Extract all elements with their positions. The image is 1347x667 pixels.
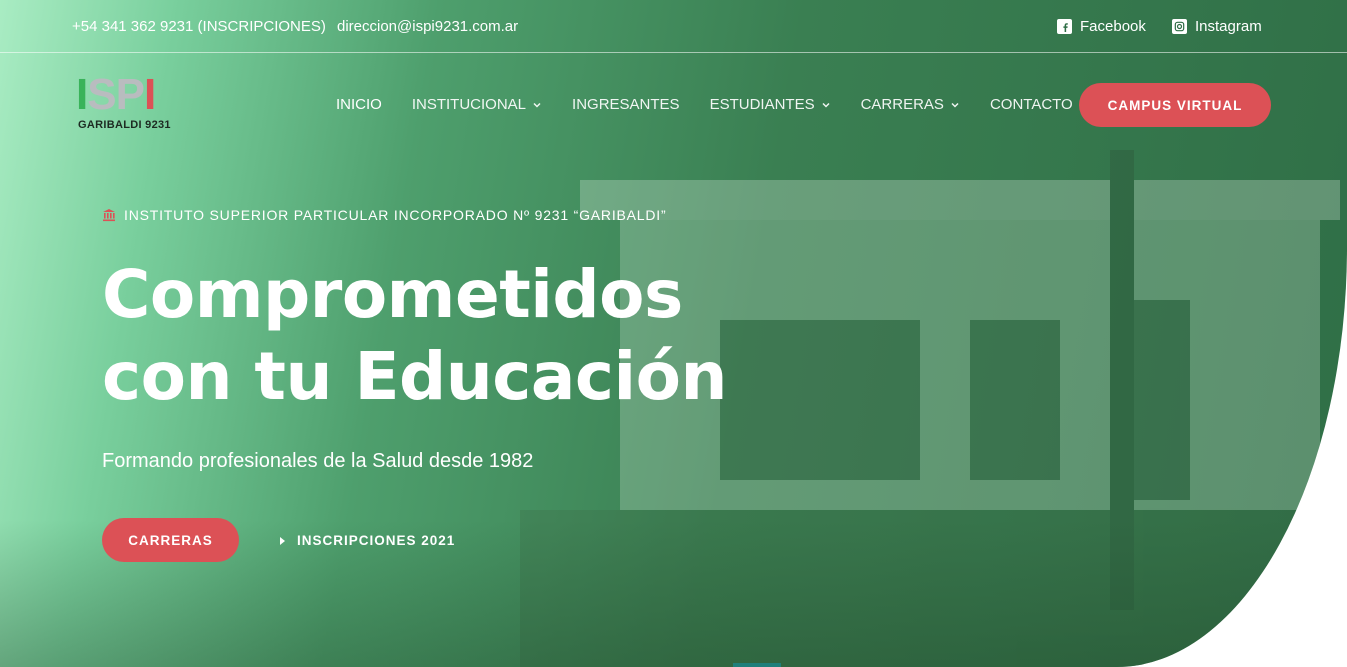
hero-eyebrow-text: INSTITUTO SUPERIOR PARTICULAR INCORPORAD… — [124, 207, 667, 223]
phone-link[interactable]: +54 341 362 9231 (INSCRIPCIONES) — [72, 18, 326, 35]
hero-headline-line-2: con tu Educación — [102, 338, 728, 415]
facebook-icon — [1057, 19, 1072, 34]
nav-item-carreras[interactable]: CARRERAS — [861, 96, 960, 113]
nav-item-ingresantes[interactable]: INGRESANTES — [572, 96, 680, 113]
hero-headline-line-1: Comprometidos — [102, 256, 683, 333]
logo-letter-i-2: I — [143, 70, 156, 119]
scroll-indicator — [733, 663, 781, 667]
nav-label: INSTITUCIONAL — [411, 96, 527, 113]
institution-icon — [103, 209, 115, 222]
top-contact-bar: +54 341 362 9231 (INSCRIPCIONES) direcci… — [0, 0, 1347, 53]
instagram-icon — [1172, 19, 1187, 34]
email-link[interactable]: direccion@ispi9231.com.ar — [337, 18, 518, 35]
play-arrow-icon — [280, 536, 285, 545]
instagram-link[interactable]: Instagram — [1172, 18, 1262, 35]
nav-item-inicio[interactable]: INICIO — [336, 96, 382, 113]
logo-letter-i: I — [76, 70, 88, 119]
hero-headline: Comprometidos con tu Educación — [102, 254, 728, 418]
logo-subtitle: GARIBALDI 9231 — [78, 119, 171, 131]
nav-item-institucional[interactable]: INSTITUCIONAL — [412, 96, 542, 113]
hero-eyebrow: INSTITUTO SUPERIOR PARTICULAR INCORPORAD… — [102, 207, 666, 223]
nav-label: INGRESANTES — [572, 96, 680, 113]
facebook-link[interactable]: Facebook — [1057, 18, 1146, 35]
nav-item-contacto[interactable]: CONTACTO — [990, 96, 1073, 113]
site-logo[interactable]: I S P I GARIBALDI 9231 — [76, 70, 180, 134]
chevron-down-icon — [822, 102, 830, 108]
logo-letter-s: S — [87, 70, 116, 119]
carreras-button[interactable]: CARRERAS — [102, 518, 239, 562]
main-nav: INICIO INSTITUCIONAL INGRESANTES ESTUDIA… — [336, 96, 1103, 113]
nav-label: ESTUDIANTES — [709, 96, 815, 113]
nav-label: CONTACTO — [989, 96, 1073, 113]
nav-label: INICIO — [336, 96, 382, 113]
chevron-down-icon — [533, 102, 541, 108]
inscripciones-link[interactable]: INSCRIPCIONES 2021 — [279, 533, 455, 548]
facebook-label: Facebook — [1080, 18, 1146, 35]
campus-virtual-button[interactable]: CAMPUS VIRTUAL — [1079, 83, 1271, 127]
nav-label: CARRERAS — [860, 96, 944, 113]
inscripciones-label: INSCRIPCIONES 2021 — [297, 533, 456, 548]
hero-subtitle: Formando profesionales de la Salud desde… — [102, 450, 534, 472]
instagram-label: Instagram — [1195, 18, 1262, 35]
chevron-down-icon — [951, 102, 959, 108]
hero-section: +54 341 362 9231 (INSCRIPCIONES) direcci… — [0, 0, 1347, 667]
nav-item-estudiantes[interactable]: ESTUDIANTES — [710, 96, 831, 113]
logo-letter-p: P — [115, 70, 145, 119]
